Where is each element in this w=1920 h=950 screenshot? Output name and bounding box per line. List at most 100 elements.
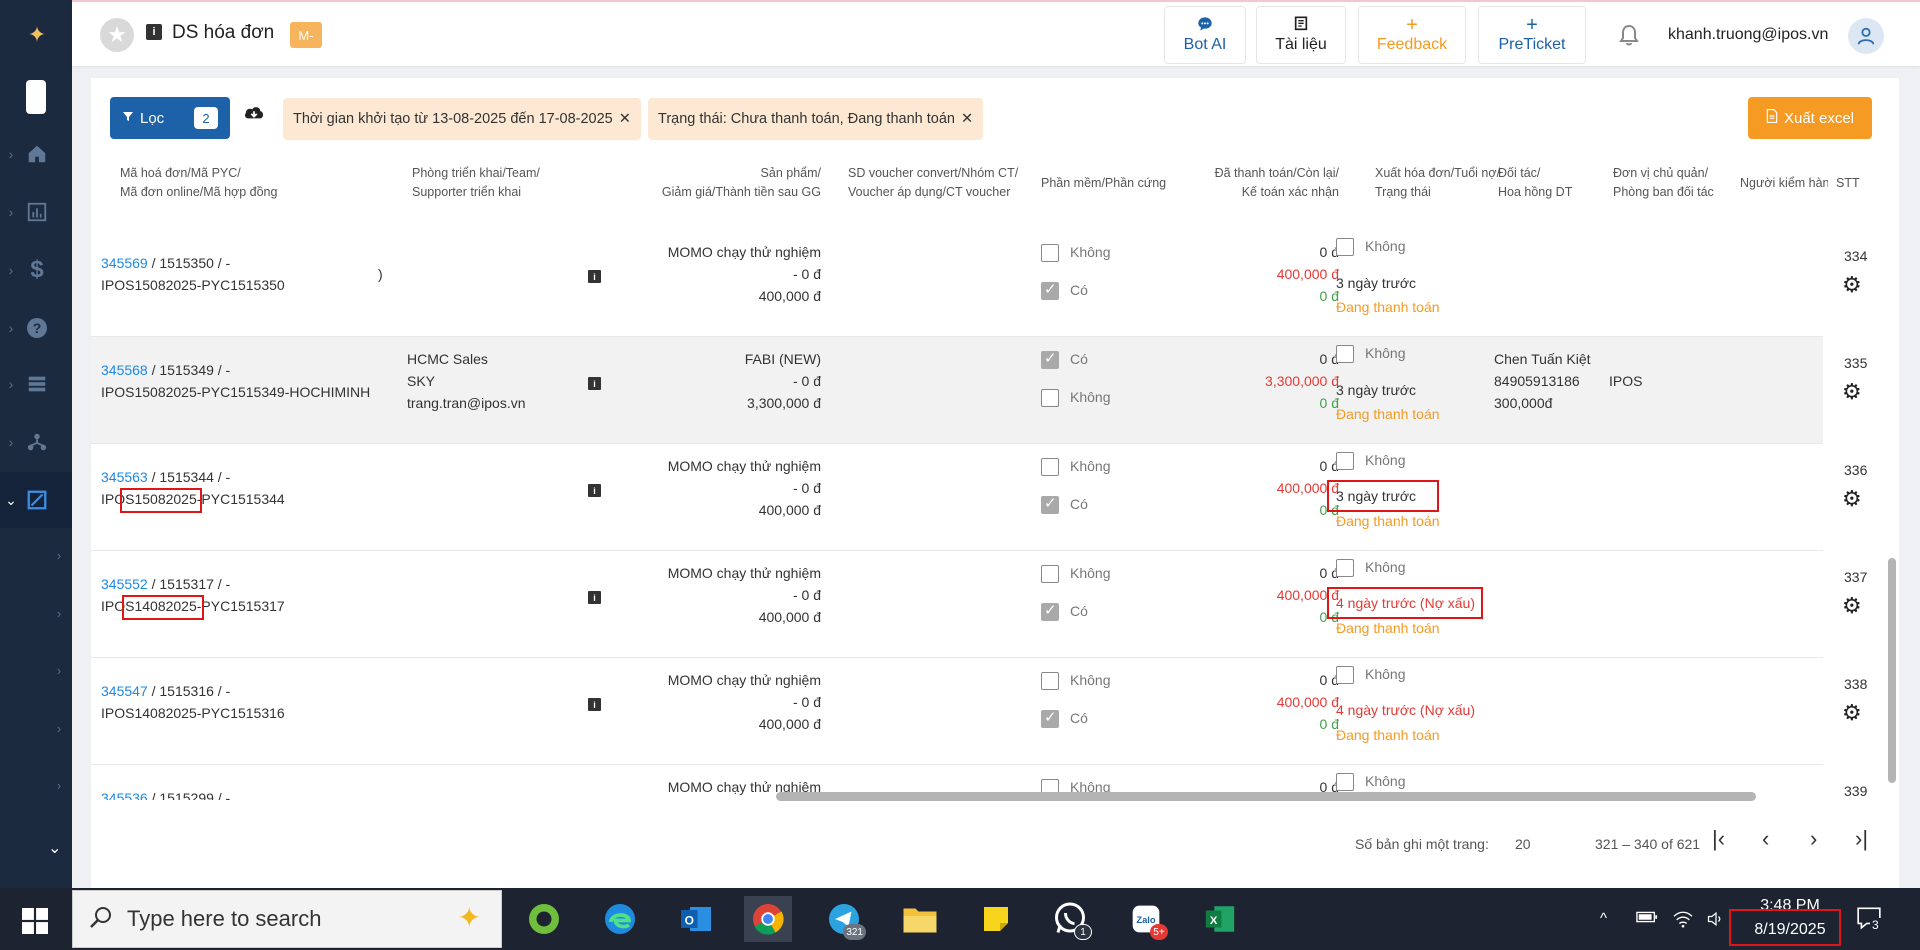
info-icon[interactable]: i [146,24,162,40]
sidebar-expand-icon[interactable]: ⌄ [48,838,61,858]
sidebar-item-home[interactable]: › [0,126,72,182]
taskbar-file-explorer[interactable] [896,896,944,942]
table-row[interactable]: 345563 / 1515344 / - IPOS15082025-PYC151… [91,444,1867,551]
invoice-link[interactable]: 345536 [101,790,148,800]
invoice-checkbox[interactable] [1336,666,1354,684]
col-header-payment[interactable]: Đã thanh toán/Còn lại/ Kế toán xác nhận [1191,164,1339,202]
sidebar-toggle[interactable] [26,80,46,114]
gear-icon[interactable]: ⚙ [1842,486,1862,512]
next-page-icon[interactable]: › [1810,826,1817,852]
software-checkbox[interactable] [1041,244,1059,262]
gear-icon[interactable]: ⚙ [1842,593,1862,619]
filter-button[interactable]: Lọc 2 [110,97,230,139]
col-header-invoice-status[interactable]: Xuất hóa đơn/Tuổi nợ/ Trạng thái [1375,164,1500,202]
col-header-product[interactable]: Sản phẩm/ Giảm giá/Thành tiền sau GG [651,164,821,202]
last-page-icon[interactable]: ›| [1855,826,1868,852]
hardware-checkbox[interactable] [1041,494,1059,514]
taskbar-zalo[interactable]: Zalo 5+ [1122,896,1170,942]
invoice-link[interactable]: 345568 [101,362,148,378]
volume-icon[interactable] [1706,910,1726,932]
table-row[interactable]: 345568 / 1515349 / - IPOS15082025-PYC151… [91,337,1867,444]
software-checkbox[interactable] [1041,349,1059,369]
prev-page-icon[interactable]: ‹ [1762,826,1769,852]
sidebar-item-network[interactable]: › [0,414,72,470]
col-header-team[interactable]: Phòng triển khai/Team/ Supporter triển k… [412,164,540,202]
taskbar-sticky-notes[interactable] [972,896,1020,942]
sidebar-subitem-chevron[interactable]: › [52,721,66,736]
hardware-checkbox[interactable] [1041,708,1059,728]
battery-icon[interactable] [1636,910,1658,928]
taskbar-telegram[interactable]: 321 [820,896,868,942]
cloud-download-icon[interactable] [243,104,265,127]
software-checkbox[interactable] [1041,565,1059,583]
first-page-icon[interactable]: |‹ [1712,826,1725,852]
info-icon[interactable]: i [588,698,601,711]
col-header-partner[interactable]: Đối tác/ Hoa hồng DT [1498,164,1572,202]
wifi-icon[interactable] [1672,910,1694,932]
col-header-unit[interactable]: Đơn vị chủ quản/ Phòng ban đối tác [1613,164,1714,202]
taskbar-edge[interactable] [596,896,644,942]
vertical-scrollbar[interactable] [1888,558,1896,783]
windows-start-icon[interactable] [22,908,48,939]
col-header-invoice-code[interactable]: Mã hoá đơn/Mã PYC/ Mã đơn online/Mã hợp … [120,164,277,202]
close-icon[interactable]: ✕ [619,111,631,127]
bell-icon[interactable] [1617,22,1641,53]
taskbar-search-input[interactable]: Type here to search ✦ [72,890,502,948]
hardware-checkbox[interactable] [1041,601,1059,621]
docs-button[interactable]: Tài liệu [1256,6,1346,64]
sidebar-item-reports[interactable]: › [0,184,72,240]
sidebar-subitem-chevron[interactable]: › [52,663,66,678]
taskbar-chrome[interactable] [744,896,792,942]
invoice-checkbox[interactable] [1336,452,1354,470]
info-icon[interactable]: i [588,270,601,283]
taskbar-whatsapp[interactable]: 1 [1046,896,1094,942]
taskbar-outlook[interactable]: O [672,896,720,942]
chevron-up-icon[interactable]: ^ [1600,910,1607,927]
info-icon[interactable]: i [588,484,601,497]
hardware-checkbox[interactable] [1041,389,1059,407]
info-icon[interactable]: i [588,377,601,390]
avatar[interactable] [1848,18,1884,54]
invoice-link[interactable]: 345569 [101,255,148,271]
table-row[interactable]: 345547 / 1515316 / - IPOS14082025-PYC151… [91,658,1867,765]
hardware-checkbox[interactable] [1041,280,1059,300]
info-icon[interactable]: i [588,591,601,604]
sidebar-subitem-chevron[interactable]: › [52,606,66,621]
per-page-select[interactable]: 20 [1515,836,1531,852]
feedback-button[interactable]: + Feedback [1358,6,1466,64]
gear-icon[interactable]: ⚙ [1842,272,1862,298]
sidebar-item-help[interactable]: › ? [0,300,72,356]
invoice-checkbox[interactable] [1336,238,1354,256]
software-checkbox[interactable] [1041,672,1059,690]
sidebar-subitem-chevron[interactable]: › [52,778,66,793]
col-header-inspector[interactable]: Người kiểm hàn [1740,174,1828,193]
bot-ai-button[interactable]: Bot AI [1164,6,1246,64]
table-row[interactable]: 345569 / 1515350 / - IPOS15082025-PYC151… [91,230,1867,337]
sidebar-item-invoices[interactable]: ⌄ [0,472,72,528]
col-header-stt[interactable]: STT [1836,174,1860,193]
col-header-software-hardware[interactable]: Phần mềm/Phần cứng [1041,174,1166,193]
user-email[interactable]: khanh.truong@ipos.vn [1668,26,1828,44]
notification-icon[interactable]: 3 [1856,906,1882,935]
taskbar-app-1[interactable] [520,896,568,942]
col-header-voucher[interactable]: SD voucher convert/Nhóm CT/ Voucher áp d… [848,164,1018,202]
table-row[interactable]: 345552 / 1515317 / - IPOS14082025-PYC151… [91,551,1867,658]
sidebar-item-finance[interactable]: › $ [0,242,72,298]
export-excel-button[interactable]: Xuất excel [1748,97,1872,139]
sidebar-subitem-chevron[interactable]: › [52,548,66,563]
invoice-link[interactable]: 345547 [101,683,148,699]
taskbar-excel[interactable]: X [1196,896,1244,942]
software-checkbox[interactable] [1041,458,1059,476]
horizontal-scrollbar[interactable] [776,792,1756,801]
sidebar-item-list[interactable]: › [0,356,72,412]
invoice-checkbox[interactable] [1336,559,1354,577]
invoice-checkbox[interactable] [1336,773,1354,791]
gear-icon[interactable]: ⚙ [1842,700,1862,726]
close-icon[interactable]: ✕ [961,111,973,127]
invoice-checkbox[interactable] [1336,345,1354,363]
preticket-button[interactable]: + PreTicket [1478,6,1586,64]
invoice-link[interactable]: 345563 [101,469,148,485]
invoice-link[interactable]: 345552 [101,576,148,592]
favorite-star-icon[interactable]: ★ [100,18,134,52]
gear-icon[interactable]: ⚙ [1842,379,1862,405]
